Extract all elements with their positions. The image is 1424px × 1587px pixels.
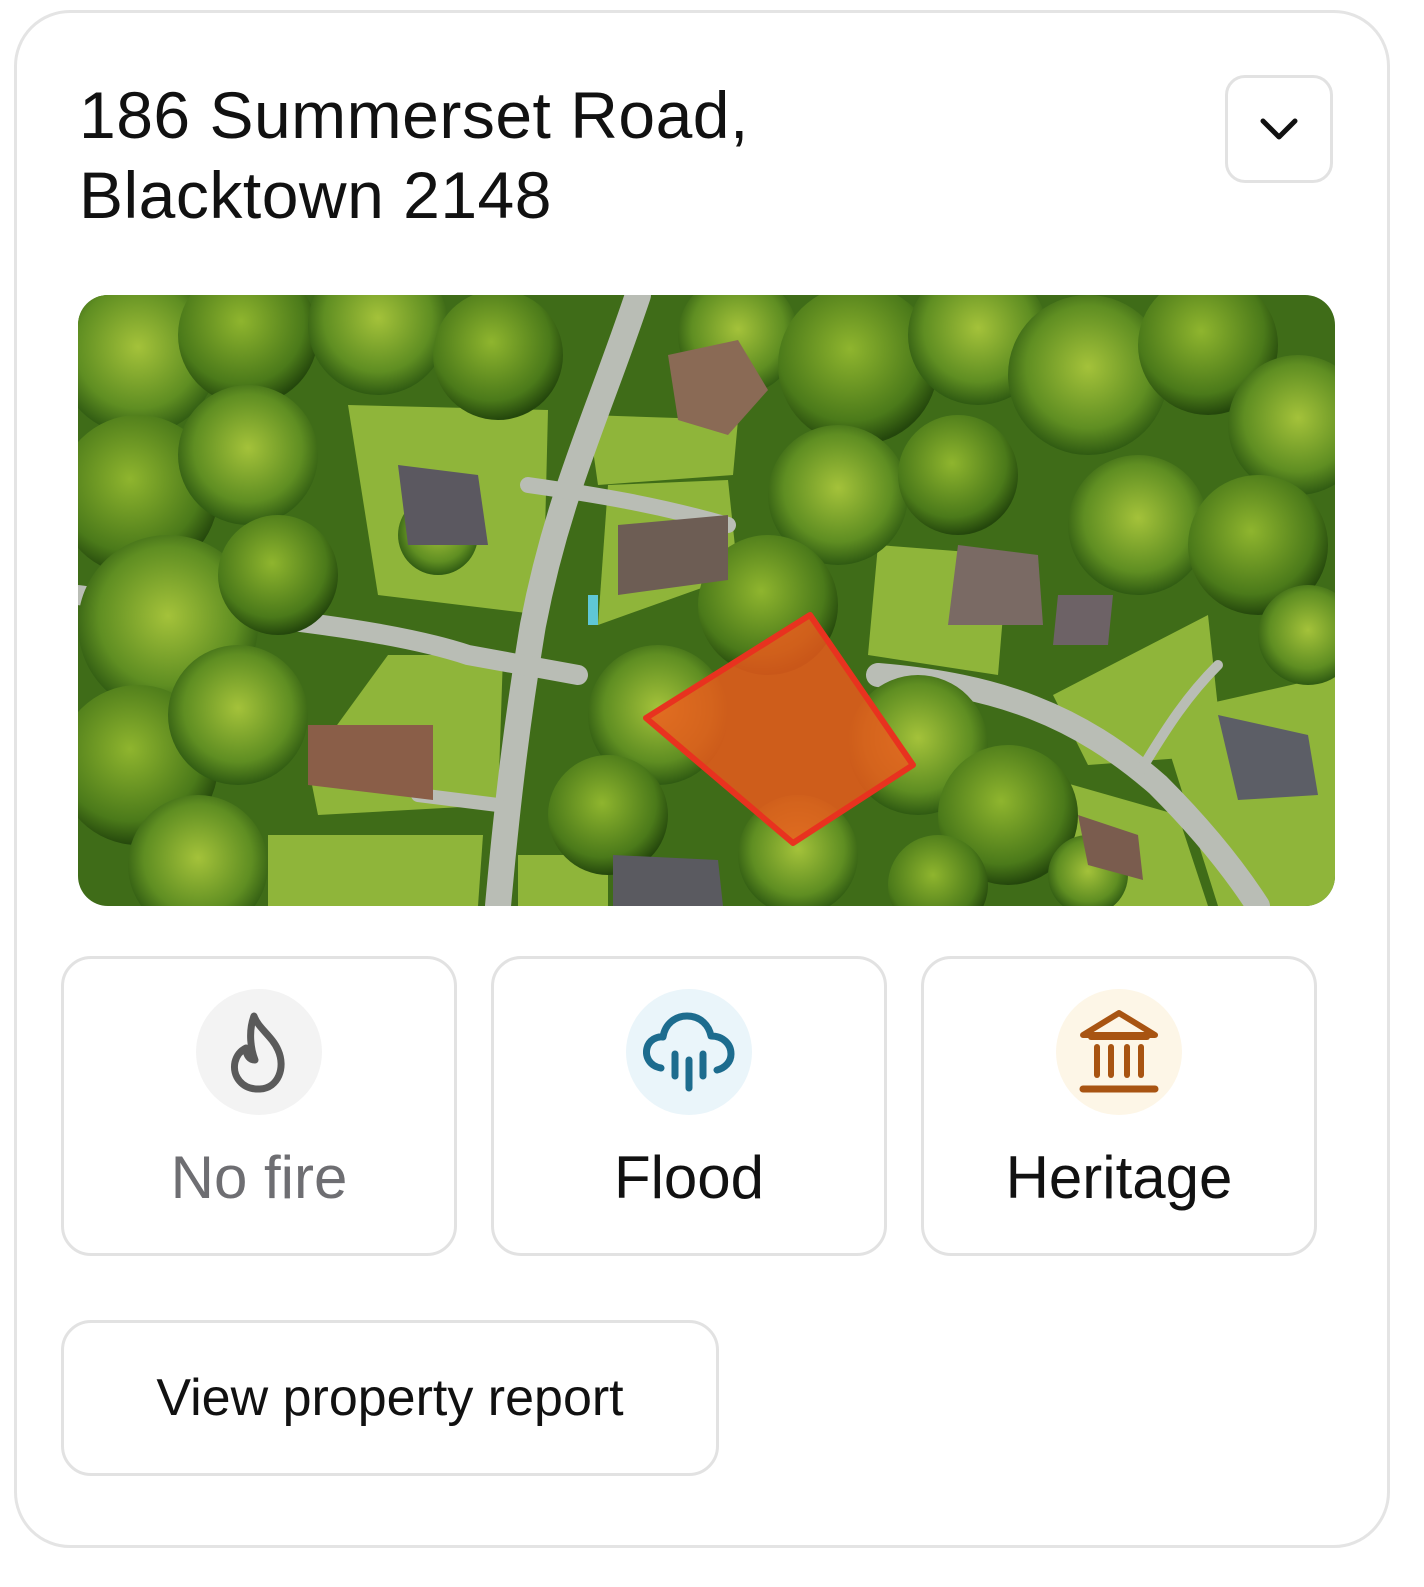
rain-cloud-icon — [643, 1012, 735, 1092]
fire-risk-label: No fire — [170, 1144, 348, 1211]
aerial-map[interactable] — [78, 295, 1335, 906]
fire-risk-tile[interactable]: No fire — [61, 956, 457, 1256]
address-line-1: 186 Summerset Road, — [79, 78, 749, 152]
flood-risk-tile[interactable]: Flood — [491, 956, 887, 1256]
flood-risk-label: Flood — [613, 1144, 765, 1211]
fire-icon-badge — [196, 989, 322, 1115]
expand-toggle-button[interactable] — [1225, 75, 1333, 183]
heritage-tile[interactable]: Heritage — [921, 956, 1317, 1256]
view-property-report-button[interactable]: View property report — [61, 1320, 719, 1476]
address-line-2: Blacktown 2148 — [79, 158, 552, 232]
flood-icon-badge — [626, 989, 752, 1115]
chevron-down-icon — [1260, 118, 1298, 140]
heritage-icon-badge — [1056, 989, 1182, 1115]
heritage-building-icon — [1079, 1010, 1159, 1093]
risk-tiles: No fire Flood Heritage — [61, 956, 1317, 1256]
property-card: 186 Summerset Road, Blacktown 2148 — [14, 10, 1390, 1548]
property-address: 186 Summerset Road, Blacktown 2148 — [79, 75, 1079, 235]
flame-icon — [230, 1012, 285, 1093]
heritage-label: Heritage — [1005, 1144, 1233, 1211]
